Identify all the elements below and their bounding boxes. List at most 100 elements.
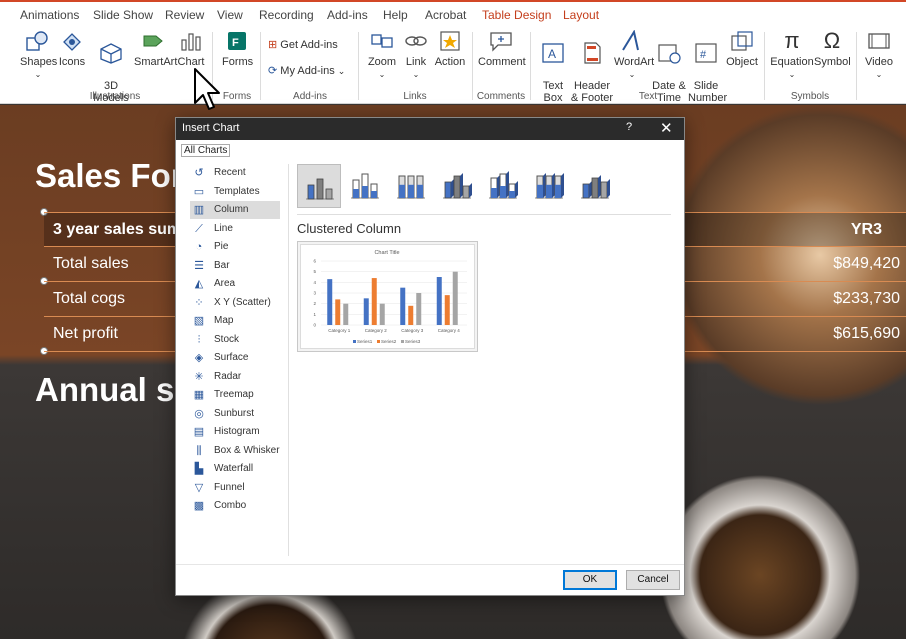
links-group-label: Links (403, 91, 427, 102)
insert-chart-dialog: Insert Chart ? ✕ All Charts ↺ Recent ▭ Temp… (175, 117, 685, 596)
chart-button[interactable]: Chart (176, 30, 206, 68)
preview-legend-label: Series1 (357, 339, 373, 344)
tab-review[interactable]: Review (165, 8, 204, 22)
ribbon-tab-bar: Animations Slide Show Review View Recording A… (0, 0, 906, 28)
action-button[interactable]: Action (434, 30, 466, 68)
chart-subtype-3-d-column[interactable] (573, 164, 617, 208)
waterfall-icon: ▙ (194, 463, 204, 475)
tab-add-ins[interactable]: Add-ins (327, 8, 368, 22)
shapes-button[interactable]: Shapes ⌄ (20, 30, 57, 81)
treemap-icon: ▦ (193, 389, 205, 401)
chart-subtype-3-d-100-stacked-column[interactable] (527, 164, 571, 208)
forms-button[interactable]: F Forms (222, 30, 253, 68)
chart-category-waterfall[interactable]: ▙ Waterfall (190, 460, 280, 478)
dialog-titlebar[interactable]: Insert Chart ? ✕ (176, 118, 684, 140)
icons-label: Icons (58, 56, 86, 68)
chart-category-stock[interactable]: ⫶ Stock (190, 331, 280, 349)
chart-category-recent[interactable]: ↺ Recent (190, 164, 280, 182)
templates-icon: ▭ (193, 185, 205, 198)
chart-category-x-y-scatter-[interactable]: ⁘ X Y (Scatter) (190, 294, 280, 312)
smartart-icon (143, 35, 163, 47)
3d-model-icon (100, 43, 122, 64)
get-addins-button[interactable]: ⊞ Get Add-ins (268, 38, 338, 51)
icons-button[interactable]: Icons (58, 30, 86, 68)
table-cell[interactable]: Net profit (53, 325, 118, 343)
column-chart-icon (489, 171, 518, 199)
close-icon[interactable]: ✕ (660, 119, 673, 137)
tab-help[interactable]: Help (383, 8, 408, 22)
header-footer-button[interactable]: Header & Footer (570, 30, 614, 104)
chart-category-templates[interactable]: ▭ Templates (190, 183, 280, 201)
chart-category-label: Line (214, 222, 233, 234)
preview-x-tick: Category 3 (401, 328, 424, 333)
chart-category-map[interactable]: ▧ Map (190, 312, 280, 330)
tab-all-charts[interactable]: All Charts (181, 144, 231, 157)
wordart-button[interactable]: WordArt ⌄ (614, 30, 654, 81)
table-header-cell-yr3[interactable]: YR3 (851, 221, 882, 239)
tab-recording[interactable]: Recording (259, 8, 314, 22)
chart-category-radar[interactable]: ✳ Radar (190, 368, 280, 386)
my-addins-button[interactable]: ⟳ My Add-ins ⌄ (268, 64, 345, 77)
text-box-button[interactable]: A Text Box (538, 30, 568, 104)
action-label: Action (434, 56, 466, 68)
chart-category-box-whisker[interactable]: ⫼ Box & Whisker (190, 442, 280, 460)
video-button[interactable]: Video ⌄ (862, 30, 896, 81)
tab-layout[interactable]: Layout (563, 8, 599, 22)
help-icon[interactable]: ? (626, 121, 632, 133)
chart-subtype-stacked-column[interactable] (343, 164, 387, 208)
tab-animations[interactable]: Animations (20, 8, 79, 22)
slide-number-icon: # (695, 43, 717, 63)
chart-preview[interactable]: Chart Title 6 5 4 3 2 1 0 Category 1 Category 2 Ca… (297, 241, 478, 352)
chart-category-label: Templates (214, 185, 260, 197)
chart-subtype-100-stacked-column[interactable] (389, 164, 433, 208)
equation-label: Equation (770, 56, 814, 68)
chart-category-surface[interactable]: ◈ Surface (190, 349, 280, 367)
chart-category-label: Area (214, 278, 236, 289)
pi-icon: π (784, 28, 800, 53)
table-header-cell[interactable]: 3 year sales sum (53, 221, 181, 239)
svg-text:#: # (700, 49, 707, 61)
table-cell[interactable]: $849,420 (833, 255, 900, 273)
link-button[interactable]: Link ⌄ (402, 30, 430, 81)
object-button[interactable]: Object (726, 30, 758, 68)
chart-subtype-3-d-clustered-column[interactable] (435, 164, 479, 208)
column-chart-icon (351, 173, 379, 199)
tab-acrobat[interactable]: Acrobat (425, 8, 466, 22)
chart-category-column[interactable]: ▥ Column (190, 201, 280, 219)
header-footer-icon (584, 42, 601, 64)
chart-category-area[interactable]: ◭ Area (190, 275, 280, 293)
ok-button[interactable]: OK (563, 570, 617, 590)
zoom-button[interactable]: Zoom ⌄ (366, 30, 398, 81)
chart-category-bar[interactable]: ☰ Bar (190, 257, 280, 275)
equation-button[interactable]: π Equation ⌄ (770, 30, 814, 81)
symbol-button[interactable]: Ω Symbol (814, 30, 851, 69)
table-cell[interactable]: Total cogs (53, 290, 125, 308)
chart-category-histogram[interactable]: ▤ Histogram (190, 423, 280, 441)
slide-number-button[interactable]: # Slide Number (688, 30, 727, 104)
tab-view[interactable]: View (217, 8, 243, 22)
comment-button[interactable]: Comment (478, 30, 526, 68)
cancel-button[interactable]: Cancel (626, 570, 680, 590)
slide-subtitle[interactable]: Annual sa (35, 371, 193, 409)
divider (288, 164, 289, 556)
link-icon (405, 36, 427, 46)
smartart-button[interactable]: SmartArt (134, 30, 177, 68)
chart-subtype-clustered-column[interactable] (297, 164, 341, 208)
action-icon (440, 31, 460, 51)
chart-subtype-3-d-stacked-column[interactable] (481, 164, 525, 208)
chart-category-pie[interactable]: ◔ Pie (190, 238, 280, 256)
tab-table-design[interactable]: Table Design (482, 8, 551, 22)
column-icon: ▥ (193, 204, 205, 216)
table-cell[interactable]: $615,690 (833, 325, 900, 343)
table-cell[interactable]: $233,730 (833, 290, 900, 308)
chart-category-sunburst[interactable]: ◎ Sunburst (190, 405, 280, 423)
table-cell[interactable]: Total sales (53, 255, 129, 273)
chart-category-funnel[interactable]: ▽ Funnel (190, 479, 280, 497)
tab-slide-show[interactable]: Slide Show (93, 8, 153, 22)
chart-category-combo[interactable]: ▩ Combo (190, 497, 280, 515)
chart-category-treemap[interactable]: ▦ Treemap (190, 386, 280, 404)
video-icon (868, 33, 890, 49)
group-separator (530, 32, 531, 100)
chart-category-line[interactable]: ⟋ Line (190, 220, 280, 238)
slide-title[interactable]: Sales For (35, 157, 184, 195)
